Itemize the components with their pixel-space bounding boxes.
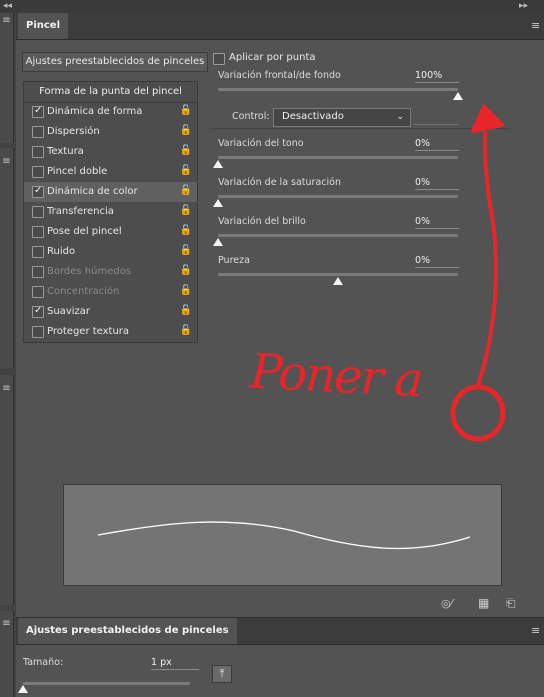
collapsed-panel-2 [0,148,14,368]
item-checkbox[interactable] [32,126,44,138]
slider-track[interactable] [218,88,458,91]
size-slider-knob[interactable] [18,685,28,693]
pin-icon[interactable]: ⤒ [212,665,232,683]
tab-pincel[interactable]: Pincel [18,13,69,39]
panel-dock-header: ◂◂ ▸▸ [0,0,544,13]
lock-icon[interactable]: 🔓 [180,305,192,316]
panel-menu-icon[interactable]: ≡ [531,19,540,32]
item-checkbox[interactable] [32,305,44,318]
annotation-text: Poner a [248,343,423,409]
lock-icon[interactable]: 🔓 [180,205,192,216]
slider-knob[interactable] [213,160,223,168]
grid-icon[interactable]: ▦ [478,596,489,610]
panel-menu-icon[interactable]: ≡ [0,156,13,167]
item-label: Dispersión [47,126,100,137]
list-item[interactable]: Proteger textura 🔓 [24,322,197,342]
item-label: Pose del pincel [47,226,122,237]
stroke-preview-svg [97,521,471,550]
item-label: Ruido [47,246,76,257]
panel-menu-icon[interactable]: ≡ [531,624,540,637]
item-checkbox[interactable] [32,146,44,158]
lock-icon: 🔓 [179,265,192,276]
size-slider-track[interactable] [23,682,190,685]
brush-panel-tabbar: Pincel ≡ [16,13,544,40]
size-input[interactable]: 1 px [151,657,199,670]
lock-icon[interactable]: 🔓 [180,185,192,196]
lock-icon[interactable]: 🔓 [180,165,192,176]
item-label: Dinámica de forma [47,106,143,117]
item-checkbox[interactable] [32,246,44,258]
item-checkbox [32,286,44,298]
slider-label: Variación frontal/de fondo [218,70,341,81]
eye-brush-icon[interactable]: ◎⁄ [441,597,452,610]
brush-settings-list: Forma de la punta del pincel Dinámica de… [23,81,198,343]
brush-presets-button[interactable]: Ajustes preestablecidos de pinceles [22,52,208,72]
collapse-left-icon[interactable]: ◂◂ [3,1,12,12]
slider-value-input[interactable]: 100% [415,70,459,83]
annotation-circle [450,384,506,442]
list-item[interactable]: Bordes húmedos 🔓 [24,262,197,282]
apply-per-tip-checkbox[interactable] [213,53,225,65]
lock-icon[interactable]: 🔓 [180,225,192,236]
panel-menu-icon[interactable]: ≡ [0,15,13,26]
list-item[interactable]: Pose del pincel 🔓 [24,222,197,242]
item-label: Concentración [47,286,120,297]
list-item[interactable]: Dispersión 🔓 [24,122,197,142]
annotation-arrowhead [471,105,504,133]
list-item[interactable]: Ruido 🔓 [24,242,197,262]
panel-menu-icon[interactable]: ≡ [0,618,13,629]
item-label: Textura [47,146,84,157]
left-dock-gutter: ≡ ≡ ≡ ≡ [0,13,16,697]
new-brush-icon[interactable]: ⎗ [506,596,516,611]
list-item[interactable]: Dinámica de color 🔓 [24,182,197,202]
list-item[interactable]: Transferencia 🔓 [24,202,197,222]
slider-knob[interactable] [213,199,223,207]
presets-panel-tabbar: Ajustes preestablecidos de pinceles ≡ [16,617,544,645]
item-checkbox[interactable] [32,326,44,338]
item-checkbox[interactable] [32,166,44,178]
panel-menu-icon[interactable]: ≡ [0,383,13,394]
list-item[interactable]: Textura 🔓 [24,142,197,162]
list-item[interactable]: Concentración 🔓 [24,282,197,302]
item-label: Dinámica de color [47,186,138,197]
list-item[interactable]: Suavizar 🔓 [24,302,197,322]
lock-icon[interactable]: 🔓 [180,245,192,256]
item-label: Pincel doble [47,166,108,177]
item-checkbox[interactable] [32,226,44,238]
lock-icon: 🔓 [179,285,192,296]
apply-per-tip-label: Aplicar por punta [229,52,316,63]
item-checkbox [32,266,44,278]
lock-icon[interactable]: 🔓 [180,125,192,136]
item-checkbox[interactable] [32,185,44,198]
list-item[interactable]: Pincel doble 🔓 [24,162,197,182]
brush-stroke-preview [63,484,502,586]
brush-tip-shape-item[interactable]: Forma de la punta del pincel [24,82,197,103]
item-checkbox[interactable] [32,105,44,118]
preview-stroke [97,521,471,550]
annotation-arrow [476,131,498,387]
size-label: Tamaño: [23,657,64,668]
list-item[interactable]: Dinámica de forma 🔓 [24,102,197,122]
collapsed-panel-3 [0,375,14,605]
item-label: Proteger textura [47,326,130,337]
item-label: Suavizar [47,306,90,317]
tab-brush-presets[interactable]: Ajustes preestablecidos de pinceles [18,618,237,644]
item-checkbox[interactable] [32,206,44,218]
slider-knob[interactable] [213,238,223,246]
lock-icon[interactable]: 🔓 [180,145,192,156]
item-label: Bordes húmedos [47,266,132,277]
lock-icon[interactable]: 🔓 [180,325,192,336]
collapse-right-icon[interactable]: ▸▸ [519,1,528,12]
lock-icon[interactable]: 🔓 [180,105,192,116]
item-label: Transferencia [47,206,114,217]
collapsed-panel-1 [0,13,14,143]
